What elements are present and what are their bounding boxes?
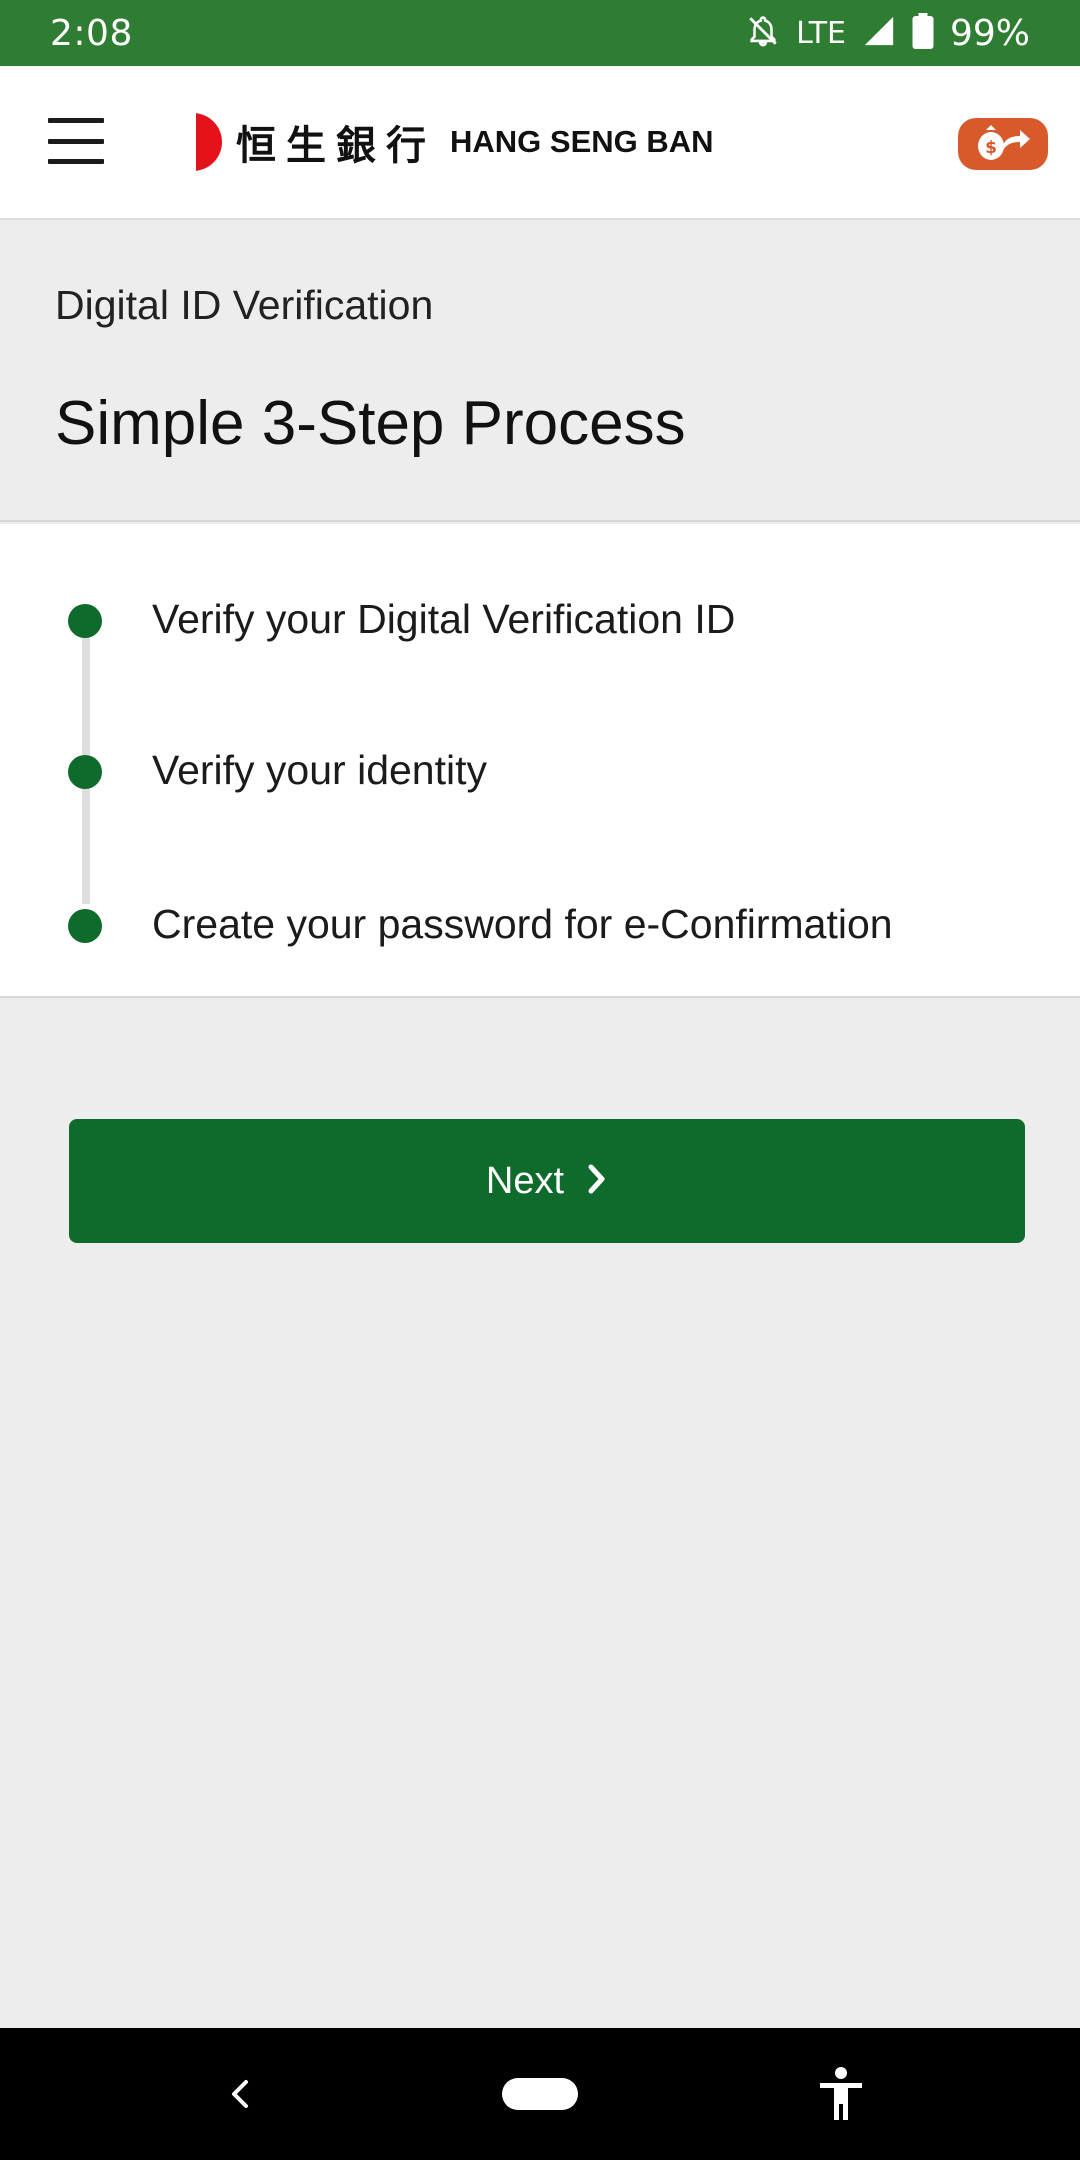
step-item: Verify your identity	[0, 733, 1080, 813]
bank-logo-english: HANG SENG BAN	[450, 124, 714, 159]
steps-list: Verify your Digital Verification ID Veri…	[0, 524, 1080, 998]
accessibility-icon[interactable]	[816, 2066, 866, 2122]
status-indicators: LTE 99%	[746, 12, 1030, 54]
transfer-button[interactable]: $	[958, 118, 1048, 170]
next-button-label: Next	[485, 1159, 565, 1202]
step-label: Verify your Digital Verification ID	[152, 596, 736, 642]
page-heading-section: Digital ID Verification Simple 3-Step Pr…	[0, 220, 1080, 522]
page-title: Simple 3-Step Process	[55, 389, 686, 458]
hamburger-menu-icon[interactable]	[48, 118, 104, 164]
step-label: Verify your identity	[152, 747, 487, 793]
step-item: Create your password for e-Confirmation	[0, 887, 1080, 967]
bank-logo-mark	[196, 113, 222, 171]
app-header: 恒生銀行 HANG SENG BAN $	[0, 66, 1080, 220]
money-bag-transfer-icon: $	[972, 122, 1034, 167]
step-bullet-icon	[68, 604, 102, 638]
step-item: Verify your Digital Verification ID	[0, 582, 1080, 662]
battery-percent: 99%	[949, 12, 1030, 54]
home-pill-icon[interactable]	[502, 2078, 578, 2110]
status-bar: 2:08 LTE 99%	[0, 0, 1080, 66]
svg-text:$: $	[985, 138, 997, 158]
notifications-off-icon	[746, 14, 780, 53]
system-navigation-bar	[0, 2028, 1080, 2160]
step-bullet-icon	[68, 755, 102, 789]
battery-icon	[912, 12, 934, 54]
signal-icon	[862, 14, 896, 53]
page-subtitle: Digital ID Verification	[55, 282, 434, 328]
status-time: 2:08	[50, 12, 133, 54]
chevron-right-icon	[586, 1163, 608, 1200]
bank-logo: 恒生銀行 HANG SENG BAN	[196, 110, 730, 174]
step-bullet-icon	[68, 909, 102, 943]
bank-logo-chinese: 恒生銀行	[236, 122, 436, 169]
step-label: Create your password for e-Confirmation	[152, 901, 893, 947]
next-button[interactable]: Next	[69, 1119, 1025, 1243]
network-type: LTE	[796, 15, 846, 51]
back-icon[interactable]	[220, 2070, 260, 2118]
